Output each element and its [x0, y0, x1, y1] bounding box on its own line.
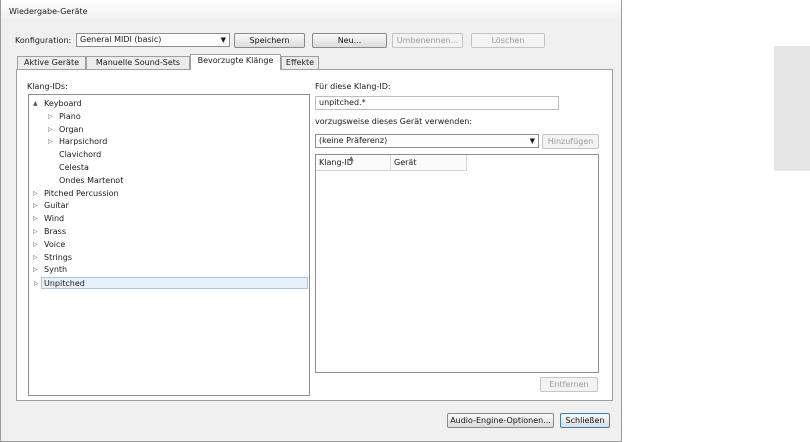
tree-item-label: Celesta: [59, 163, 89, 172]
collapsed-triangle-icon[interactable]: ▷: [48, 124, 53, 136]
tree-item[interactable]: ▷ Voice: [29, 239, 309, 251]
collapsed-triangle-icon[interactable]: ▷: [33, 188, 38, 200]
preferences-table[interactable]: ▲ Klang-ID Gerät: [315, 154, 599, 373]
tree-item-label: Brass: [44, 227, 67, 236]
column-header-sound-id[interactable]: ▲ Klang-ID: [316, 155, 391, 171]
tree-item-label: Pitched Percussion: [44, 188, 119, 198]
tree-item[interactable]: ▷ Synth: [29, 264, 309, 276]
tree-item-label: Wind: [44, 214, 65, 224]
collapsed-triangle-icon[interactable]: ▷: [34, 278, 39, 290]
tree-item-label: Organ: [59, 124, 84, 134]
tree-item-label: Clavichord: [59, 150, 102, 160]
tree-item-label: Ondes Martenot: [59, 175, 124, 185]
save-button[interactable]: Speichern: [234, 33, 305, 48]
remove-button[interactable]: Entfernen: [540, 377, 598, 392]
close-button[interactable]: Schließen: [560, 413, 610, 428]
tree-item-label: Piano: [59, 111, 81, 121]
tree-item[interactable]: ▷ Organ: [29, 124, 309, 136]
window-title: Wiedergabe-Geräte: [9, 7, 88, 16]
tree-item[interactable]: ▷ Wind: [29, 213, 309, 225]
sound-id-field[interactable]: unpitched.*: [315, 96, 559, 110]
tree-item-label: Harpsichord: [59, 137, 108, 147]
tree-item[interactable]: ▷ Strings: [29, 252, 309, 264]
collapsed-triangle-icon[interactable]: ▷: [33, 226, 38, 238]
column-header-label: Gerät: [394, 158, 417, 167]
tree-item[interactable]: Celesta: [29, 162, 309, 174]
rename-button[interactable]: Umbenennen...: [392, 33, 463, 48]
tree-item[interactable]: ▷ Unpitched: [34, 277, 308, 290]
tree-item[interactable]: ▷ Brass: [29, 226, 309, 238]
collapsed-triangle-icon[interactable]: ▷: [33, 264, 38, 276]
collapsed-triangle-icon[interactable]: ▷: [48, 136, 53, 148]
audio-engine-options-button[interactable]: Audio-Engine-Optionen...: [447, 413, 554, 428]
device-select-value: (keine Präferenz): [319, 136, 388, 145]
sound-id-tree[interactable]: ▲ Keyboard ▷ Piano ▷ Organ ▷ Harpsichord Clavich…: [28, 94, 310, 396]
tab-preferred-sounds[interactable]: Bevorzugte Klänge: [190, 54, 281, 70]
tree-item[interactable]: ▷ Piano: [29, 111, 309, 123]
collapsed-triangle-icon[interactable]: ▷: [33, 252, 38, 264]
tab-active-devices[interactable]: Aktive Geräte: [17, 56, 86, 69]
tree-item[interactable]: ▷ Harpsichord: [29, 136, 309, 148]
sort-ascending-icon: ▲: [349, 155, 354, 162]
tab-manual-sound-sets[interactable]: Manuelle Sound-Sets: [86, 56, 190, 69]
device-select[interactable]: (keine Präferenz) ▼: [315, 134, 539, 148]
prefer-device-label: vorzugsweise dieses Gerät verwenden:: [315, 117, 473, 126]
tree-item-label: Keyboard: [44, 99, 82, 108]
collapsed-triangle-icon[interactable]: ▷: [33, 239, 38, 251]
dropdown-arrow-icon: ▼: [220, 36, 226, 44]
collapsed-triangle-icon[interactable]: ▷: [33, 200, 38, 212]
expanded-triangle-icon[interactable]: ▲: [33, 98, 38, 110]
add-button[interactable]: Hinzufügen: [542, 134, 599, 149]
tree-item[interactable]: ▷ Pitched Percussion: [29, 188, 309, 200]
new-button[interactable]: Neu...: [312, 33, 387, 48]
tree-item[interactable]: ▲ Keyboard: [29, 98, 309, 110]
tab-effects[interactable]: Effekte: [281, 56, 319, 69]
tree-item-label: Unpitched: [44, 279, 85, 289]
tree-item-label: Strings: [44, 252, 73, 262]
configuration-select[interactable]: General MIDI (basic) ▼: [76, 33, 230, 47]
tree-item[interactable]: Ondes Martenot: [29, 175, 309, 187]
sound-ids-label: Klang-IDs:: [27, 82, 68, 91]
dropdown-arrow-icon: ▼: [529, 137, 535, 145]
playback-devices-dialog: Wiedergabe-Geräte Konfiguration: General…: [0, 0, 622, 442]
configuration-label: Konfiguration:: [15, 36, 72, 45]
collapsed-triangle-icon[interactable]: ▷: [48, 111, 53, 123]
tree-item-label: Voice: [44, 239, 66, 249]
tree-item-label: Guitar: [44, 201, 69, 211]
for-sound-id-label: Für diese Klang-ID:: [315, 82, 391, 91]
tree-item-label: Synth: [44, 265, 68, 275]
collapsed-triangle-icon[interactable]: ▷: [33, 213, 38, 225]
tree-item[interactable]: ▷ Guitar: [29, 200, 309, 212]
column-header-label: Klang-ID: [319, 158, 353, 167]
column-header-device[interactable]: Gerät: [391, 155, 467, 171]
delete-button[interactable]: Löschen: [471, 33, 545, 48]
tree-item[interactable]: Clavichord: [29, 149, 309, 161]
configuration-value: General MIDI (basic): [80, 35, 162, 44]
background-panel: [774, 46, 810, 171]
title-bar[interactable]: Wiedergabe-Geräte: [1, 0, 621, 22]
